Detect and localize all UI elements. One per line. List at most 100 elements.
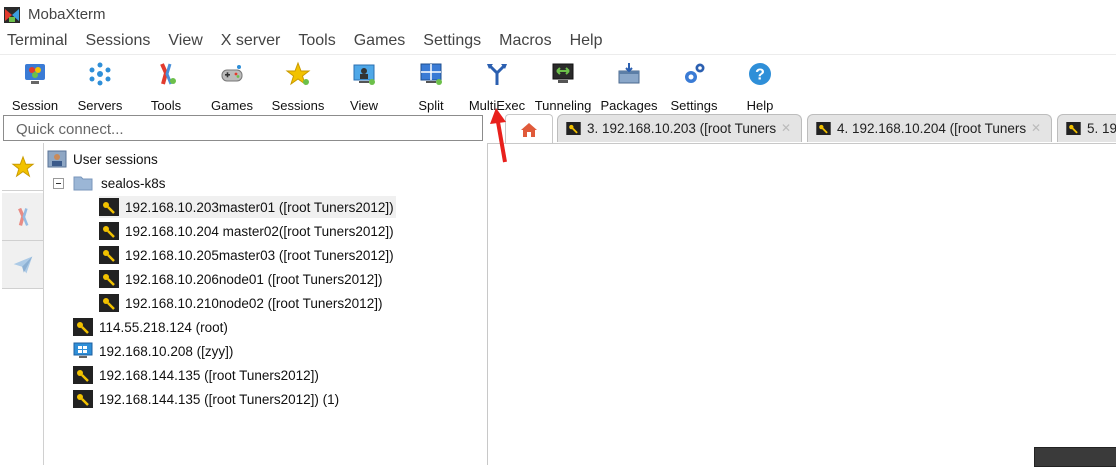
tunneling-button[interactable]: Tunneling: [528, 57, 598, 113]
settings-label: Settings: [670, 98, 718, 113]
menu-sessions[interactable]: Sessions: [85, 30, 150, 54]
session-button[interactable]: Session: [0, 57, 70, 113]
title-bar: MobaXterm: [0, 0, 1116, 30]
toolbar: Session Servers Tools Games Sessions Vie…: [0, 54, 1116, 113]
menu-view[interactable]: View: [168, 30, 202, 54]
tree-item[interactable]: 192.168.10.205master03 ([root Tuners2012…: [99, 244, 394, 266]
star-icon: [285, 61, 311, 86]
tools-icon: [17, 207, 28, 226]
tree-item[interactable]: 192.168.144.135 ([root Tuners2012]): [73, 364, 319, 386]
menu-tools[interactable]: Tools: [298, 30, 335, 54]
tree-item[interactable]: 114.55.218.124 (root): [73, 316, 228, 338]
side-tab-sessions[interactable]: [2, 143, 43, 191]
tree-folder-label: sealos-k8s: [101, 175, 166, 191]
tree-item-label: 192.168.10.208 ([zyy]): [99, 343, 234, 359]
tools-button[interactable]: Tools: [131, 57, 201, 113]
key-icon: [73, 318, 93, 336]
session-tab-label: 3. 192.168.10.203 ([root Tuners: [587, 121, 777, 136]
key-icon: [99, 198, 119, 216]
menu-x-server[interactable]: X server: [221, 30, 281, 54]
side-tab-macros[interactable]: [2, 241, 43, 289]
tree-item[interactable]: 192.168.10.203master01 ([root Tuners2012…: [99, 196, 396, 218]
session-tree: User sessions sealos-k8s 192.168.10.203m…: [44, 143, 487, 465]
settings-button[interactable]: Settings: [659, 57, 729, 113]
menu-macros[interactable]: Macros: [499, 30, 551, 54]
tree-item-label: 192.168.144.135 ([root Tuners2012]): [99, 367, 319, 383]
menu-settings[interactable]: Settings: [423, 30, 481, 54]
tree-item-label: 114.55.218.124 (root): [99, 319, 228, 335]
session-icon: [25, 64, 45, 84]
gamepad-icon: [221, 65, 243, 82]
session-tab-label: 4. 192.168.10.204 ([root Tuners: [837, 121, 1027, 136]
tree-item[interactable]: 192.168.144.135 ([root Tuners2012]) (1): [73, 388, 339, 410]
key-icon: [99, 294, 119, 312]
servers-button[interactable]: Servers: [65, 57, 135, 113]
sessions-label: Sessions: [271, 98, 325, 113]
games-label: Games: [211, 98, 253, 113]
session-label: Session: [11, 98, 59, 113]
tab-divider: [488, 143, 1116, 144]
star-icon: [10, 155, 35, 177]
servers-label: Servers: [77, 98, 123, 113]
close-icon[interactable]: ✕: [781, 121, 791, 135]
tree-item[interactable]: 192.168.10.204 master02([root Tuners2012…: [99, 220, 394, 242]
split-icon: [420, 63, 442, 85]
key-icon: [99, 222, 119, 240]
session-tab-strip: 3. 192.168.10.203 ([root Tuners ✕ 4. 192…: [505, 114, 1116, 144]
tree-item[interactable]: 192.168.10.206node01 ([root Tuners2012]): [99, 268, 382, 290]
key-icon: [73, 390, 93, 408]
tree-root-user-sessions[interactable]: User sessions: [47, 148, 158, 170]
terminal-corner-button[interactable]: [1034, 447, 1116, 467]
view-button[interactable]: View: [329, 57, 399, 113]
tree-root-label: User sessions: [73, 151, 158, 167]
collapse-icon[interactable]: [53, 177, 64, 189]
quick-connect-box: [3, 115, 483, 141]
multiexec-button[interactable]: MultiExec: [462, 57, 532, 113]
key-icon: [99, 246, 119, 264]
help-button[interactable]: ? Help: [725, 57, 795, 113]
help-label: Help: [746, 98, 774, 113]
view-icon: [353, 64, 375, 85]
split-button[interactable]: Split: [396, 57, 466, 113]
session-tab[interactable]: 5. 192: [1057, 114, 1116, 142]
key-icon: [566, 122, 581, 135]
split-label: Split: [418, 98, 444, 113]
key-icon: [99, 270, 119, 288]
tunneling-label: Tunneling: [534, 98, 592, 113]
paper-plane-icon: [13, 256, 32, 273]
tunneling-icon: [552, 63, 574, 83]
menu-help[interactable]: Help: [570, 30, 603, 54]
close-icon[interactable]: ✕: [1031, 121, 1041, 135]
tools-icon: [160, 63, 176, 85]
games-button[interactable]: Games: [197, 57, 267, 113]
side-tab-bar: [2, 143, 44, 465]
tree-item-label: 192.168.10.203master01 ([root Tuners2012…: [125, 199, 394, 215]
tree-item[interactable]: 192.168.10.210node02 ([root Tuners2012]): [99, 292, 382, 314]
user-sessions-icon: [47, 150, 67, 168]
tree-folder-sealos-k8s[interactable]: sealos-k8s: [53, 172, 166, 194]
tree-item-label: 192.168.10.204 master02([root Tuners2012…: [125, 223, 394, 239]
svg-text:?: ?: [755, 67, 765, 84]
quick-connect-input[interactable]: [14, 117, 478, 141]
packages-icon: [618, 63, 640, 84]
key-icon: [73, 366, 93, 384]
session-tab[interactable]: 4. 192.168.10.204 ([root Tuners ✕: [807, 114, 1052, 142]
menu-games[interactable]: Games: [354, 30, 406, 54]
menu-terminal[interactable]: Terminal: [7, 30, 67, 54]
packages-label: Packages: [600, 98, 658, 113]
sessions-button[interactable]: Sessions: [263, 57, 333, 113]
tree-item-label: 192.168.144.135 ([root Tuners2012]) (1): [99, 391, 340, 407]
multiexec-icon: [487, 64, 507, 85]
tree-item-label: 192.168.10.205master03 ([root Tuners2012…: [125, 247, 394, 263]
session-tab[interactable]: 3. 192.168.10.203 ([root Tuners ✕: [557, 114, 802, 142]
mobaxterm-logo-icon: [4, 7, 20, 23]
home-tab[interactable]: [505, 114, 553, 144]
side-tab-tools[interactable]: [2, 193, 43, 241]
gears-icon: [685, 63, 705, 83]
tree-item-label: 192.168.10.206node01 ([root Tuners2012]): [125, 271, 383, 287]
tree-item[interactable]: 192.168.10.208 ([zyy]): [73, 340, 233, 362]
home-icon: [521, 122, 537, 137]
session-tab-label: 5. 192: [1087, 121, 1116, 136]
packages-button[interactable]: Packages: [594, 57, 664, 113]
menu-bar: Terminal Sessions View X server Tools Ga…: [0, 30, 1116, 54]
